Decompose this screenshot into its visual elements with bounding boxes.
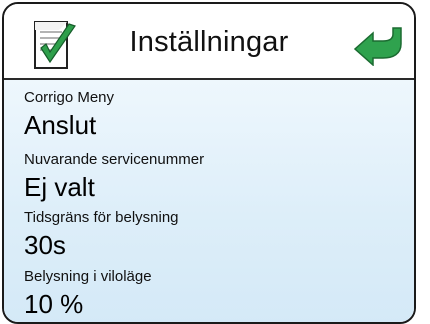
setting-value: 10 %	[24, 289, 84, 319]
back-arrow-icon[interactable]	[353, 24, 403, 66]
setting-tidsgrans-belysning[interactable]: Tidsgräns för belysning 30s	[24, 209, 179, 261]
settings-panel: Inställningar Corrigo Meny Anslut Nuvara…	[2, 2, 416, 324]
setting-value: Anslut	[24, 110, 97, 140]
setting-label: Nuvarande servicenummer	[24, 151, 205, 168]
setting-servicenummer[interactable]: Nuvarande servicenummer Ej valt	[24, 151, 204, 203]
setting-value: 30s	[24, 230, 66, 260]
setting-label: Corrigo Meny	[24, 89, 115, 106]
settings-list: Corrigo Meny Anslut Nuvarande servicenum…	[4, 80, 414, 322]
setting-belysning-viloläge[interactable]: Belysning i viloläge 10 %	[24, 268, 152, 320]
setting-label: Tidsgräns för belysning	[24, 209, 179, 226]
setting-label: Belysning i viloläge	[24, 268, 152, 285]
setting-value: Ej valt	[24, 172, 95, 202]
header-bar: Inställningar	[4, 4, 414, 78]
setting-corrigo-meny[interactable]: Corrigo Meny Anslut	[24, 89, 114, 141]
